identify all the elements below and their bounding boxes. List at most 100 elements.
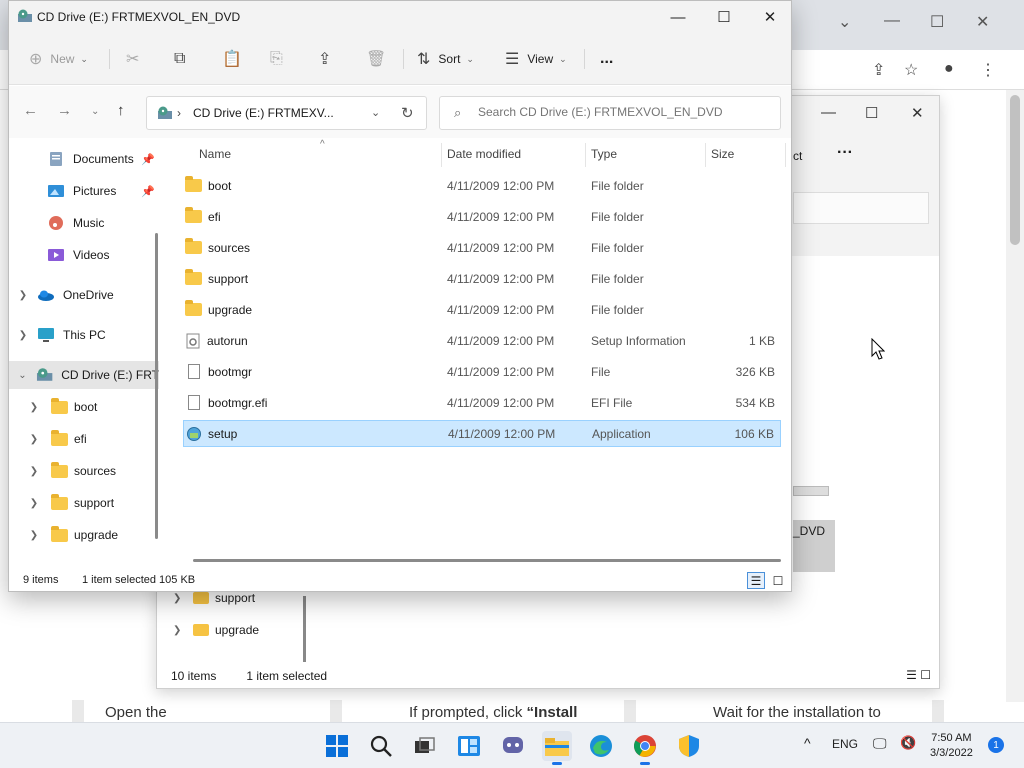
close-button[interactable]: ✕ (747, 1, 793, 33)
forward-button[interactable]: → (57, 102, 72, 119)
details-view-button[interactable]: ☰ (747, 572, 765, 589)
view-button[interactable]: ☰ View ⌄ (505, 47, 567, 71)
copy-button[interactable]: ⧉ (174, 47, 193, 71)
file-explorer-taskbar-button[interactable] (542, 731, 572, 765)
up-button[interactable]: ↑ (117, 102, 125, 119)
nav-item-music[interactable]: Music (9, 209, 159, 237)
widgets-button[interactable] (454, 731, 484, 761)
explorer2-more-icon[interactable]: ··· (837, 144, 853, 162)
language-indicator[interactable]: ENG (832, 737, 858, 751)
address-dropdown-icon[interactable]: ⌄ (371, 106, 380, 119)
minimize-button[interactable]: — (655, 1, 701, 33)
browser-chevron-down-icon[interactable]: ⌄ (838, 12, 851, 32)
chevron-up-icon[interactable]: ^ (804, 735, 811, 751)
explorer2-minimize-button[interactable]: — (821, 104, 836, 121)
chat-button[interactable] (498, 731, 528, 761)
chevron-right-icon[interactable]: ❯ (9, 402, 51, 413)
file-row-support[interactable]: support 4/11/2009 12:00 PM File folder (183, 265, 781, 292)
rename-button[interactable]: ⎘ (270, 47, 291, 71)
nav-item-sources[interactable]: ❯ sources (9, 457, 159, 485)
file-row-autorun[interactable]: autorun 4/11/2009 12:00 PM Setup Informa… (183, 327, 781, 354)
chevron-down-icon[interactable]: ⌄ (9, 370, 36, 381)
network-icon[interactable]: 🖵 (873, 735, 887, 752)
column-header-size[interactable]: Size (711, 139, 734, 169)
edge-button[interactable] (586, 731, 616, 761)
large-icons-view-button[interactable]: ☐ (769, 572, 787, 589)
file-row-setup[interactable]: setup 4/11/2009 12:00 PM Application 106… (183, 420, 781, 447)
column-header-type[interactable]: Type (591, 139, 617, 169)
nav-item-efi[interactable]: ❯ efi (9, 425, 159, 453)
title-bar[interactable]: CD Drive (E:) FRTMEXVOL_EN_DVD — ☐ ✕ (9, 1, 791, 33)
chevron-right-icon[interactable]: ❯ (173, 625, 193, 636)
chrome-button[interactable] (630, 731, 660, 765)
chevron-right-icon[interactable]: ❯ (9, 434, 51, 445)
file-row-efi[interactable]: efi 4/11/2009 12:00 PM File folder (183, 203, 781, 230)
search-input[interactable] (478, 105, 768, 119)
explorer2-maximize-button[interactable]: ☐ (865, 104, 878, 122)
column-divider[interactable] (585, 143, 586, 167)
profile-icon[interactable]: ● (944, 60, 954, 78)
nav-item-documents[interactable]: Documents 📌 (9, 145, 159, 173)
address-bar[interactable]: › CD Drive (E:) FRTMEXV... ⌄ ↻ (146, 96, 427, 130)
column-header-name[interactable]: Name (199, 139, 231, 169)
chevron-right-icon[interactable]: ❯ (9, 290, 37, 301)
sort-button[interactable]: ⇅ Sort ⌄ (417, 47, 474, 71)
chevron-right-icon[interactable]: ❯ (9, 330, 37, 341)
browser-minimize-button[interactable]: — (884, 12, 900, 30)
star-icon[interactable]: ☆ (904, 60, 918, 80)
explorer2-view-toggles[interactable]: ☰ ☐ (906, 668, 931, 682)
browser-scrollbar-thumb[interactable] (1010, 95, 1020, 245)
file-row-sources[interactable]: sources 4/11/2009 12:00 PM File folder (183, 234, 781, 261)
share-button[interactable]: ⇪ (318, 47, 339, 71)
browser-close-button[interactable]: ✕ (976, 12, 989, 32)
search-box[interactable]: ⌕ (439, 96, 781, 130)
notification-badge[interactable]: 1 (988, 737, 1004, 753)
task-view-button[interactable] (410, 731, 440, 761)
search-button[interactable] (366, 731, 396, 761)
column-header-date[interactable]: Date modified (447, 139, 521, 169)
chevron-right-icon[interactable]: ❯ (9, 466, 51, 477)
delete-button[interactable]: 🗑 (366, 47, 394, 71)
more-options-button[interactable]: ... (600, 47, 613, 71)
nav-item-support[interactable]: ❯ support (9, 489, 159, 517)
explorer2-search-fragment[interactable] (793, 192, 929, 224)
file-row-bootmgr[interactable]: bootmgr 4/11/2009 12:00 PM File 326 KB (183, 358, 781, 385)
browser-menu-icon[interactable]: ⋮ (980, 60, 996, 80)
nav-item-onedrive[interactable]: ❯ OneDrive (9, 281, 159, 309)
refresh-button[interactable]: ↻ (401, 104, 414, 122)
cut-button[interactable]: ✂ (126, 47, 147, 71)
security-button[interactable] (674, 731, 704, 761)
column-divider[interactable] (441, 143, 442, 167)
nav-item-this-pc[interactable]: ❯ This PC (9, 321, 159, 349)
nav-item-upgrade[interactable]: ❯ upgrade (9, 521, 159, 549)
share-icon[interactable]: ⇪ (872, 60, 885, 80)
new-button[interactable]: ⊕ New ⌄ (29, 47, 88, 71)
breadcrumb-chevron-icon[interactable]: › (177, 106, 181, 120)
horizontal-scrollbar[interactable] (193, 559, 781, 562)
explorer2-nav-upgrade[interactable]: ❯ upgrade (173, 618, 259, 642)
nav-item-cd-drive[interactable]: ⌄ CD Drive (E:) FRT (9, 361, 159, 389)
file-row-boot[interactable]: boot 4/11/2009 12:00 PM File folder (183, 172, 781, 199)
nav-item-videos[interactable]: Videos (9, 241, 159, 269)
address-path[interactable]: CD Drive (E:) FRTMEXV... (193, 106, 334, 120)
explorer2-nav-scrollbar[interactable] (303, 596, 306, 662)
chevron-right-icon[interactable]: ❯ (173, 593, 193, 604)
browser-maximize-button[interactable]: ☐ (930, 12, 944, 32)
recent-locations-button[interactable]: ⌄ (91, 106, 99, 117)
nav-scrollbar[interactable] (155, 233, 158, 539)
file-row-bootmgr-efi[interactable]: bootmgr.efi 4/11/2009 12:00 PM EFI File … (183, 389, 781, 416)
file-row-upgrade[interactable]: upgrade 4/11/2009 12:00 PM File folder (183, 296, 781, 323)
chevron-right-icon[interactable]: ❯ (9, 498, 51, 509)
column-divider[interactable] (705, 143, 706, 167)
nav-item-pictures[interactable]: Pictures 📌 (9, 177, 159, 205)
chevron-right-icon[interactable]: ❯ (9, 530, 51, 541)
start-button[interactable] (322, 731, 352, 761)
column-divider[interactable] (785, 143, 786, 167)
paste-button[interactable]: 📋 (222, 47, 250, 71)
explorer2-close-button[interactable]: ✕ (911, 104, 924, 122)
maximize-button[interactable]: ☐ (701, 1, 747, 33)
back-button[interactable]: ← (23, 102, 38, 119)
nav-item-boot[interactable]: ❯ boot (9, 393, 159, 421)
volume-muted-icon[interactable]: 🔇 (900, 735, 916, 751)
clock[interactable]: 7:50 AM 3/3/2022 (930, 731, 973, 761)
